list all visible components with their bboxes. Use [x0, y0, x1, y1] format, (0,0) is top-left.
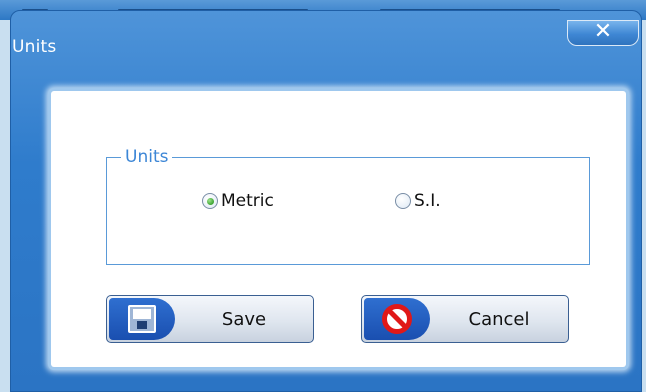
si-radio[interactable]: S.I.	[395, 191, 441, 211]
save-icon-box	[109, 298, 175, 340]
save-button[interactable]: Save	[106, 295, 314, 343]
floppy-disk-icon	[128, 305, 156, 333]
units-dialog: Units ✕ Units Metric S.I. Save Cancel	[10, 10, 642, 392]
si-radio-circle[interactable]	[395, 193, 411, 209]
metric-radio-label[interactable]: Metric	[221, 191, 274, 211]
cancel-button[interactable]: Cancel	[361, 295, 569, 343]
dialog-content-panel: Units Metric S.I. Save Cancel	[51, 91, 626, 367]
dialog-title: Units	[12, 37, 57, 57]
si-radio-label[interactable]: S.I.	[414, 191, 441, 211]
save-button-label: Save	[221, 308, 267, 330]
radio-selected-dot	[206, 197, 214, 205]
metric-radio-circle[interactable]	[202, 193, 218, 209]
metric-radio[interactable]: Metric	[202, 191, 274, 211]
cancel-icon-box	[364, 298, 430, 340]
units-groupbox: Units Metric S.I.	[106, 147, 590, 265]
close-icon: ✕	[593, 19, 613, 44]
units-groupbox-legend: Units	[121, 147, 173, 167]
cancel-button-label: Cancel	[468, 308, 530, 330]
close-button[interactable]: ✕	[567, 20, 639, 46]
prohibited-icon	[382, 304, 412, 334]
